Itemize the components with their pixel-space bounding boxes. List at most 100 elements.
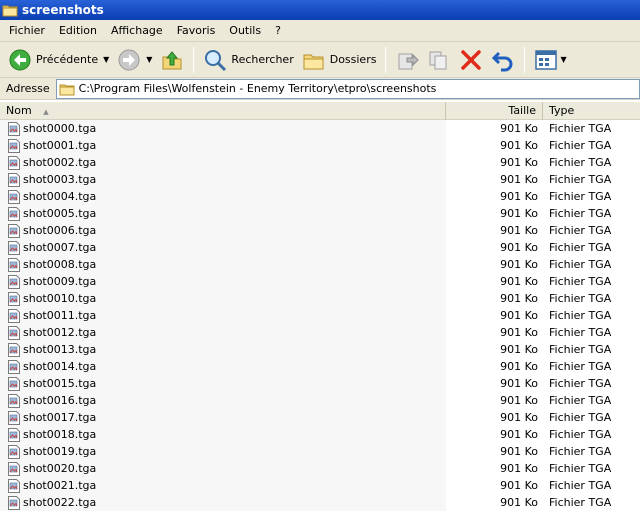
- file-size: 901 Ko: [500, 156, 538, 169]
- window-title: screenshots: [22, 3, 104, 17]
- file-size: 901 Ko: [500, 292, 538, 305]
- file-name-cell: shot0018.tga: [0, 426, 446, 443]
- tga-file-icon: [8, 274, 20, 289]
- file-row[interactable]: shot0000.tga 901 Ko Fichier TGA: [0, 120, 640, 137]
- file-size: 901 Ko: [500, 394, 538, 407]
- menu-favoris[interactable]: Favoris: [170, 21, 223, 41]
- file-name: shot0012.tga: [23, 326, 97, 339]
- views-button[interactable]: ▼: [530, 45, 570, 75]
- file-name-cell: shot0003.tga: [0, 171, 446, 188]
- move-to-button[interactable]: [391, 45, 423, 75]
- file-row[interactable]: shot0004.tga 901 Ko Fichier TGA: [0, 188, 640, 205]
- file-row[interactable]: shot0011.tga 901 Ko Fichier TGA: [0, 307, 640, 324]
- tga-file-icon: [8, 223, 20, 238]
- file-name: shot0005.tga: [23, 207, 97, 220]
- tga-file-icon: [8, 478, 20, 493]
- back-arrow-icon: [9, 49, 31, 70]
- chevron-down-icon[interactable]: ▼: [560, 55, 566, 64]
- column-type-label: Type: [549, 104, 575, 117]
- file-row[interactable]: shot0015.tga 901 Ko Fichier TGA: [0, 375, 640, 392]
- file-row[interactable]: shot0013.tga 901 Ko Fichier TGA: [0, 341, 640, 358]
- file-row[interactable]: shot0019.tga 901 Ko Fichier TGA: [0, 443, 640, 460]
- back-label: Précédente: [36, 53, 99, 66]
- file-size: 901 Ko: [500, 496, 538, 509]
- file-name-cell: shot0004.tga: [0, 188, 446, 205]
- file-size: 901 Ko: [500, 428, 538, 441]
- file-list[interactable]: shot0000.tga 901 Ko Fichier TGA shot0001.tg…: [0, 120, 640, 512]
- file-row[interactable]: shot0017.tga 901 Ko Fichier TGA: [0, 409, 640, 426]
- toolbar: Précédente ▼ ▼ Rechercher Dossiers ▼: [0, 42, 640, 78]
- search-button[interactable]: Rechercher: [199, 45, 297, 75]
- file-row[interactable]: shot0007.tga 901 Ko Fichier TGA: [0, 239, 640, 256]
- column-type-header[interactable]: Type: [543, 102, 640, 120]
- file-row[interactable]: shot0008.tga 901 Ko Fichier TGA: [0, 256, 640, 273]
- file-size: 901 Ko: [500, 411, 538, 424]
- folders-button[interactable]: Dossiers: [298, 45, 381, 75]
- file-name-cell: shot0012.tga: [0, 324, 446, 341]
- file-name-cell: shot0005.tga: [0, 205, 446, 222]
- file-row[interactable]: shot0006.tga 901 Ko Fichier TGA: [0, 222, 640, 239]
- tga-file-icon: [8, 155, 20, 170]
- file-size: 901 Ko: [500, 309, 538, 322]
- up-folder-icon: [162, 50, 182, 69]
- file-row[interactable]: shot0016.tga 901 Ko Fichier TGA: [0, 392, 640, 409]
- file-size: 901 Ko: [500, 241, 538, 254]
- file-name-cell: shot0019.tga: [0, 443, 446, 460]
- file-row[interactable]: shot0014.tga 901 Ko Fichier TGA: [0, 358, 640, 375]
- file-name: shot0019.tga: [23, 445, 97, 458]
- file-name: shot0006.tga: [23, 224, 97, 237]
- column-size-header[interactable]: Taille: [446, 102, 543, 120]
- file-name: shot0009.tga: [23, 275, 97, 288]
- delete-button[interactable]: [455, 45, 487, 75]
- undo-button[interactable]: [487, 45, 519, 75]
- address-field[interactable]: C:\Program Files\Wolfenstein - Enemy Ter…: [55, 78, 640, 99]
- address-path: C:\Program Files\Wolfenstein - Enemy Ter…: [78, 82, 437, 95]
- back-button[interactable]: Précédente ▼: [4, 45, 113, 75]
- file-row[interactable]: shot0018.tga 901 Ko Fichier TGA: [0, 426, 640, 443]
- file-size: 901 Ko: [500, 360, 538, 373]
- menu-outils[interactable]: Outils: [222, 21, 268, 41]
- file-size: 901 Ko: [500, 258, 538, 271]
- forward-button[interactable]: ▼: [113, 45, 156, 75]
- file-type: Fichier TGA: [549, 445, 612, 458]
- column-name-label: Nom: [6, 104, 32, 117]
- chevron-down-icon[interactable]: ▼: [103, 55, 109, 64]
- file-type: Fichier TGA: [549, 292, 612, 305]
- file-name: shot0021.tga: [23, 479, 97, 492]
- file-type: Fichier TGA: [549, 462, 612, 475]
- tga-file-icon: [8, 240, 20, 255]
- file-row[interactable]: shot0010.tga 901 Ko Fichier TGA: [0, 290, 640, 307]
- file-name: shot0022.tga: [23, 496, 97, 509]
- file-type: Fichier TGA: [549, 156, 612, 169]
- file-row[interactable]: shot0009.tga 901 Ko Fichier TGA: [0, 273, 640, 290]
- file-row[interactable]: shot0005.tga 901 Ko Fichier TGA: [0, 205, 640, 222]
- menu-help[interactable]: ?: [268, 21, 288, 41]
- folders-label: Dossiers: [329, 53, 377, 66]
- menu-edition[interactable]: Edition: [52, 21, 104, 41]
- file-row[interactable]: shot0021.tga 901 Ko Fichier TGA: [0, 477, 640, 494]
- up-folder-button[interactable]: [156, 45, 188, 75]
- file-row[interactable]: shot0003.tga 901 Ko Fichier TGA: [0, 171, 640, 188]
- copy-to-button[interactable]: [423, 45, 455, 75]
- file-type: Fichier TGA: [549, 224, 612, 237]
- file-row[interactable]: shot0012.tga 901 Ko Fichier TGA: [0, 324, 640, 341]
- file-size: 901 Ko: [500, 122, 538, 135]
- file-row[interactable]: shot0001.tga 901 Ko Fichier TGA: [0, 137, 640, 154]
- file-row[interactable]: shot0022.tga 901 Ko Fichier TGA: [0, 494, 640, 511]
- file-name: shot0013.tga: [23, 343, 97, 356]
- file-type: Fichier TGA: [549, 394, 612, 407]
- file-type: Fichier TGA: [549, 428, 612, 441]
- tga-file-icon: [8, 172, 20, 187]
- menu-fichier[interactable]: Fichier: [2, 21, 52, 41]
- column-name-header[interactable]: Nom ▲: [0, 102, 446, 120]
- chevron-down-icon[interactable]: ▼: [146, 55, 152, 64]
- file-row[interactable]: shot0020.tga 901 Ko Fichier TGA: [0, 460, 640, 477]
- address-bar: Adresse C:\Program Files\Wolfenstein - E…: [0, 78, 640, 100]
- tga-file-icon: [8, 376, 20, 391]
- file-name: shot0007.tga: [23, 241, 97, 254]
- file-size: 901 Ko: [500, 326, 538, 339]
- file-size: 901 Ko: [500, 173, 538, 186]
- file-row[interactable]: shot0002.tga 901 Ko Fichier TGA: [0, 154, 640, 171]
- title-bar[interactable]: screenshots: [0, 0, 640, 20]
- menu-affichage[interactable]: Affichage: [104, 21, 170, 41]
